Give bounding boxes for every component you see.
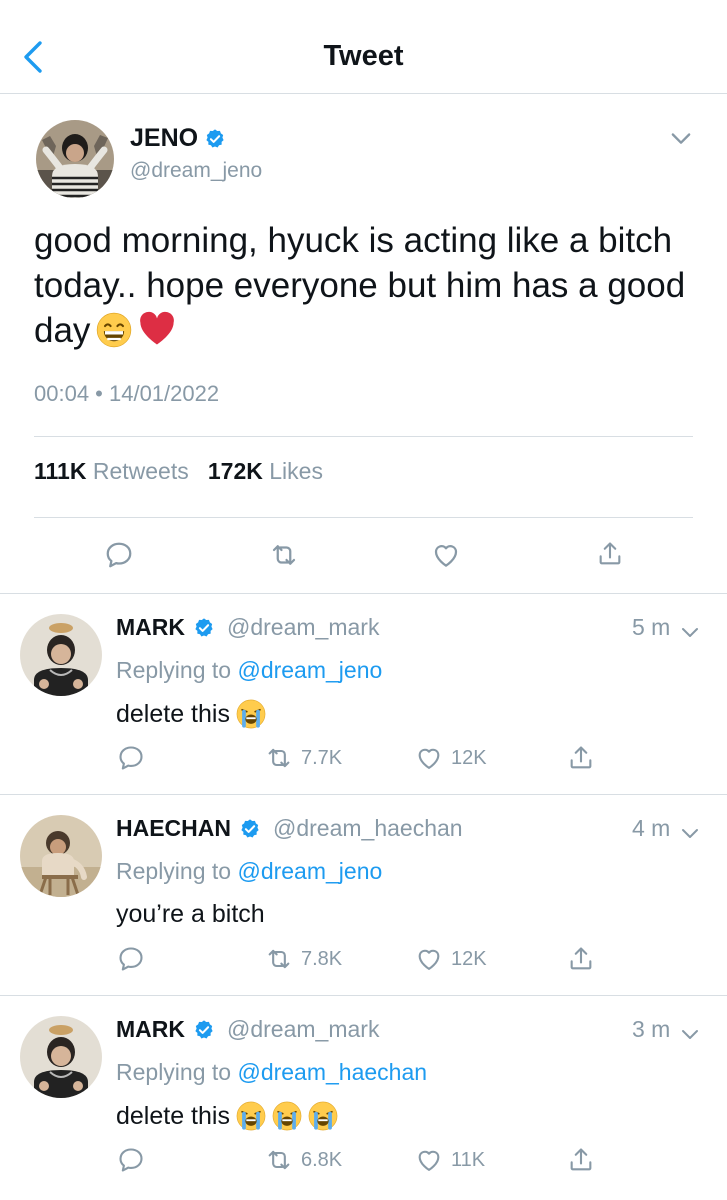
reply-text-body: delete this	[116, 1101, 230, 1130]
heart-icon	[415, 945, 443, 973]
likes-label[interactable]: Likes	[269, 458, 323, 484]
heart-icon[interactable]	[431, 540, 461, 570]
reply-author-name[interactable]: MARK	[116, 1016, 185, 1043]
reply-text-body: delete this	[116, 699, 230, 728]
retweet-button[interactable]: 6.8K	[265, 1146, 342, 1174]
share-icon[interactable]	[567, 744, 595, 772]
share-icon[interactable]	[567, 1146, 595, 1174]
divider	[0, 794, 727, 795]
page-title: Tweet	[323, 40, 404, 72]
verified-badge-icon	[193, 617, 215, 639]
verified-badge-icon	[204, 128, 226, 150]
divider	[34, 436, 693, 437]
chevron-down-icon[interactable]	[678, 821, 702, 845]
reply-icon[interactable]	[117, 744, 145, 772]
retweet-button[interactable]: 7.7K	[265, 744, 342, 772]
replying-to-link[interactable]: @dream_jeno	[237, 858, 382, 884]
author-row: JENO	[130, 124, 226, 153]
divider	[34, 517, 693, 518]
tweet-text: good morning, hyuck is acting like a bit…	[34, 218, 704, 359]
like-count: 12K	[451, 947, 487, 970]
divider	[0, 995, 727, 996]
chevron-down-icon[interactable]	[667, 124, 695, 152]
avatar[interactable]	[20, 1016, 102, 1098]
replying-to: Replying to @dream_jeno	[116, 657, 382, 684]
verified-badge-icon	[193, 1019, 215, 1041]
reply-time: 3 m	[632, 1016, 671, 1042]
replying-to: Replying to @dream_jeno	[116, 858, 382, 885]
tweet-timestamp: 00:04 • 14/01/2022	[34, 381, 220, 406]
like-button[interactable]: 12K	[415, 744, 487, 772]
reply-icon[interactable]	[104, 540, 134, 570]
retweets-label[interactable]: Retweets	[93, 458, 189, 484]
like-count: 12K	[451, 746, 487, 769]
retweet-icon	[265, 1146, 293, 1174]
reply-header: MARK @dream_mark	[116, 614, 379, 641]
reply-text: delete this	[116, 1101, 338, 1131]
reply-time: 4 m	[632, 815, 671, 841]
reply-action-bar: 6.8K 11K	[0, 1146, 727, 1180]
reply-author-handle[interactable]: @dream_haechan	[273, 815, 463, 842]
heart-icon	[415, 1146, 443, 1174]
chevron-down-icon[interactable]	[678, 620, 702, 644]
retweet-count: 7.8K	[301, 947, 343, 970]
reply-text: delete this	[116, 699, 266, 729]
reply-time: 5 m	[632, 614, 671, 640]
reply-text: you’re a bitch	[116, 900, 265, 929]
reply-author-handle[interactable]: @dream_mark	[227, 1016, 379, 1043]
top-nav-bar: Tweet	[0, 0, 727, 94]
replying-to-link[interactable]: @dream_haechan	[237, 1059, 427, 1085]
divider	[0, 593, 727, 594]
reply-author-name[interactable]: HAECHAN	[116, 815, 231, 842]
share-icon[interactable]	[567, 945, 595, 973]
verified-badge-icon	[239, 818, 261, 840]
like-button[interactable]: 11K	[415, 1146, 485, 1174]
avatar[interactable]	[20, 815, 102, 897]
reply-author-name[interactable]: MARK	[116, 614, 185, 641]
tweet-action-bar	[0, 536, 727, 576]
replying-to-prefix: Replying to	[116, 657, 232, 683]
heart-icon	[415, 744, 443, 772]
loudly-crying-face-emoji-icon	[236, 1101, 266, 1131]
loudly-crying-face-emoji-icon	[236, 699, 266, 729]
retweet-icon	[265, 744, 293, 772]
reply-action-bar: 7.8K 12K	[0, 945, 727, 979]
retweet-count: 7.7K	[301, 746, 343, 769]
retweet-button[interactable]: 7.8K	[265, 945, 342, 973]
avatar[interactable]	[20, 614, 102, 696]
red-heart-emoji-icon	[138, 310, 176, 359]
replying-to-link[interactable]: @dream_jeno	[237, 657, 382, 683]
like-button[interactable]: 12K	[415, 945, 487, 973]
replying-to: Replying to @dream_haechan	[116, 1059, 427, 1086]
likes-count[interactable]: 172K	[208, 458, 263, 484]
author-name[interactable]: JENO	[130, 124, 198, 153]
replying-to-prefix: Replying to	[116, 858, 232, 884]
share-icon[interactable]	[596, 540, 624, 568]
reply-text-body: you’re a bitch	[116, 900, 265, 928]
retweets-count[interactable]: 111K	[34, 458, 86, 484]
reply-header: MARK @dream_mark	[116, 1016, 379, 1043]
loudly-crying-face-emoji-icon	[272, 1101, 302, 1131]
avatar[interactable]	[36, 120, 114, 198]
reply-action-bar: 7.7K 12K	[0, 744, 727, 778]
reply-icon[interactable]	[117, 1146, 145, 1174]
reply-author-handle[interactable]: @dream_mark	[227, 614, 379, 641]
tweet-stats: 111K Retweets 172K Likes	[34, 458, 323, 485]
like-count: 11K	[451, 1148, 486, 1171]
reply-icon[interactable]	[117, 945, 145, 973]
replying-to-prefix: Replying to	[116, 1059, 232, 1085]
retweet-icon	[265, 945, 293, 973]
retweet-icon[interactable]	[269, 540, 299, 570]
author-handle[interactable]: @dream_jeno	[130, 159, 262, 183]
chevron-down-icon[interactable]	[678, 1022, 702, 1046]
grinning-face-emoji-icon	[96, 312, 132, 359]
retweet-count: 6.8K	[301, 1148, 343, 1171]
loudly-crying-face-emoji-icon	[308, 1101, 338, 1131]
reply-header: HAECHAN @dream_haechan	[116, 815, 463, 842]
